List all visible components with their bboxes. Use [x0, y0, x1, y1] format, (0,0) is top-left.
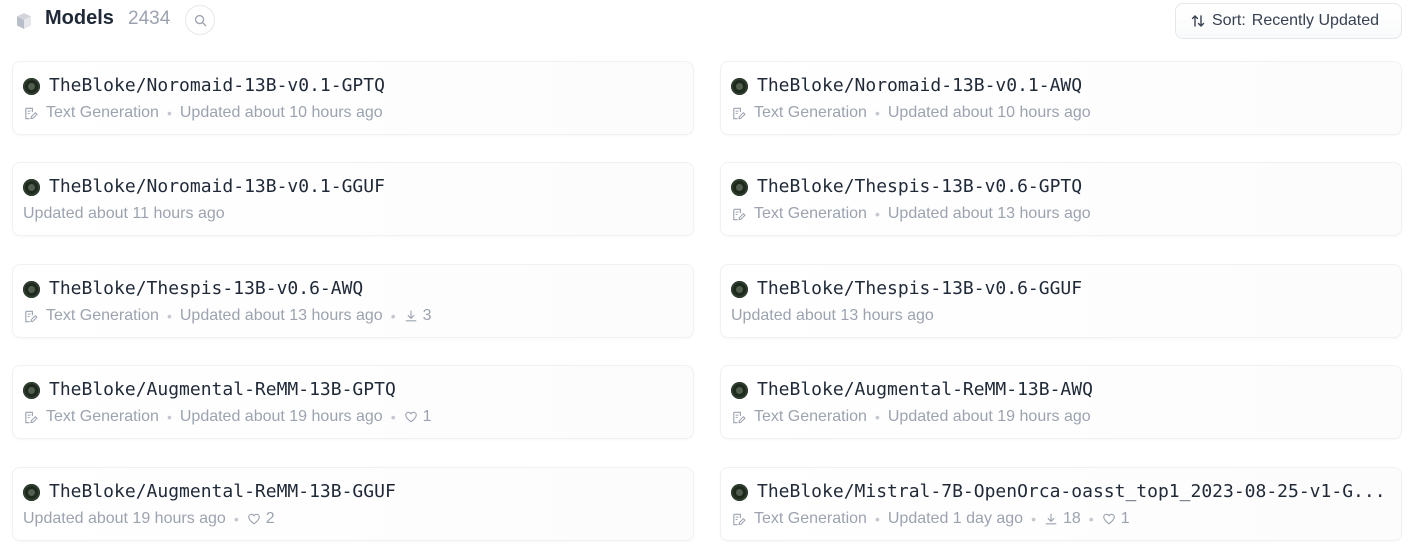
- sort-arrows-icon: [1191, 15, 1205, 27]
- separator-dot: •: [1088, 511, 1094, 527]
- task-label: Text Generation: [754, 408, 867, 425]
- model-name[interactable]: TheBloke/Mistral-7B-OpenOrca-oasst_top1_…: [757, 481, 1393, 502]
- avatar: [23, 484, 40, 501]
- model-name[interactable]: TheBloke/Noromaid-13B-v0.1-GPTQ: [49, 75, 685, 96]
- separator-dot: •: [390, 409, 396, 425]
- task-label: Text Generation: [46, 104, 159, 121]
- updated-label: Updated about 19 hours ago: [179, 408, 383, 425]
- avatar: [731, 382, 748, 399]
- avatar: [731, 484, 748, 501]
- avatar: [731, 179, 748, 196]
- model-name[interactable]: TheBloke/Noromaid-13B-v0.1-AWQ: [757, 75, 1393, 96]
- model-name[interactable]: TheBloke/Thespis-13B-v0.6-GPTQ: [757, 176, 1393, 197]
- model-meta: Text Generation • Updated about 13 hours a…: [731, 205, 1091, 223]
- updated-label: Updated about 13 hours ago: [887, 205, 1091, 222]
- updated-label: Updated about 13 hours ago: [179, 307, 383, 324]
- sort-value: Recently Updated: [1251, 12, 1379, 29]
- separator-dot: •: [390, 308, 396, 324]
- avatar: [23, 78, 40, 95]
- updated-label: Updated about 10 hours ago: [887, 104, 1091, 121]
- updated-label: Updated about 10 hours ago: [179, 104, 383, 121]
- updated-label: Updated about 19 hours ago: [887, 408, 1091, 425]
- model-meta: Updated about 13 hours ago: [731, 307, 934, 325]
- model-count: 2434: [128, 8, 171, 29]
- download-count: 3: [422, 307, 432, 324]
- text-generation-icon: [25, 107, 38, 119]
- avatar: [731, 281, 748, 298]
- model-name[interactable]: TheBloke/Thespis-13B-v0.6-GGUF: [757, 278, 1393, 299]
- model-card[interactable]: TheBloke/Thespis-13B-v0.6-AWQ Text Genera…: [12, 264, 694, 338]
- text-generation-icon: [733, 513, 746, 525]
- search-icon: [194, 14, 206, 26]
- avatar: [23, 281, 40, 298]
- separator-dot: •: [166, 409, 172, 425]
- text-generation-icon: [733, 208, 746, 220]
- text-generation-icon: [25, 310, 38, 322]
- model-name[interactable]: TheBloke/Noromaid-13B-v0.1-GGUF: [49, 176, 685, 197]
- task-label: Text Generation: [46, 408, 159, 425]
- heart-icon: [404, 411, 417, 423]
- separator-dot: •: [874, 409, 880, 425]
- model-meta: Text Generation • Updated about 19 hours a…: [731, 408, 1091, 426]
- avatar: [23, 179, 40, 196]
- text-generation-icon: [733, 411, 746, 423]
- model-meta: Text Generation • Updated about 10 hours a…: [731, 104, 1091, 122]
- download-icon: [1045, 513, 1057, 525]
- updated-label: Updated 1 day ago: [887, 510, 1024, 527]
- heart-icon: [247, 513, 260, 525]
- separator-dot: •: [1031, 511, 1036, 527]
- model-meta: Text Generation • Updated about 10 hours a…: [23, 104, 383, 122]
- separator-dot: •: [874, 511, 880, 527]
- separator-dot: •: [874, 206, 880, 222]
- separator-dot: •: [233, 511, 239, 527]
- model-card[interactable]: TheBloke/Mistral-7B-OpenOrca-oasst_top1_…: [720, 467, 1402, 541]
- separator-dot: •: [166, 308, 172, 324]
- updated-label: Updated about 13 hours ago: [731, 307, 934, 324]
- model-card[interactable]: TheBloke/Augmental-ReMM-13B-GPTQ Text Gen…: [12, 365, 694, 439]
- separator-dot: •: [874, 105, 880, 121]
- avatar: [731, 78, 748, 95]
- updated-label: Updated about 19 hours ago: [23, 510, 226, 527]
- model-card[interactable]: TheBloke/Noromaid-13B-v0.1-GPTQ Text Gene…: [12, 61, 694, 135]
- model-card[interactable]: TheBloke/Thespis-13B-v0.6-GGUF Updated ab…: [720, 264, 1402, 338]
- model-card[interactable]: TheBloke/Noromaid-13B-v0.1-AWQ Text Gener…: [720, 61, 1402, 135]
- model-meta: Updated about 19 hours ago • 2: [23, 510, 275, 528]
- models-header: Models 2434 Sort: Recently Updated: [0, 0, 1416, 44]
- text-generation-icon: [25, 411, 38, 423]
- like-count: 2: [265, 510, 275, 527]
- page-title: Models: [45, 7, 114, 29]
- model-meta: Updated about 11 hours ago: [23, 205, 225, 223]
- model-card[interactable]: TheBloke/Augmental-ReMM-13B-GGUF Updated …: [12, 467, 694, 541]
- model-name[interactable]: TheBloke/Augmental-ReMM-13B-GPTQ: [49, 379, 685, 400]
- download-count: 18: [1062, 510, 1081, 527]
- task-label: Text Generation: [754, 104, 867, 121]
- model-card[interactable]: TheBloke/Augmental-ReMM-13B-AWQ Text Gene…: [720, 365, 1402, 439]
- text-generation-icon: [733, 107, 746, 119]
- avatar: [23, 382, 40, 399]
- model-meta: Text Generation • Updated about 13 hours a…: [23, 307, 432, 325]
- model-name[interactable]: TheBloke/Thespis-13B-v0.6-AWQ: [49, 278, 685, 299]
- model-name[interactable]: TheBloke/Augmental-ReMM-13B-AWQ: [757, 379, 1393, 400]
- like-count: 1: [1120, 510, 1130, 527]
- model-name[interactable]: TheBloke/Augmental-ReMM-13B-GGUF: [49, 481, 685, 502]
- task-label: Text Generation: [754, 205, 867, 222]
- like-count: 1: [422, 408, 432, 425]
- task-label: Text Generation: [754, 510, 867, 527]
- model-card[interactable]: TheBloke/Thespis-13B-v0.6-GPTQ Text Gener…: [720, 162, 1402, 236]
- search-button[interactable]: [185, 5, 215, 35]
- model-meta: Text Generation • Updated 1 day ago • 18 • 1: [731, 510, 1130, 528]
- cube-icon: [17, 13, 31, 29]
- model-card[interactable]: TheBloke/Noromaid-13B-v0.1-GGUF Updated a…: [12, 162, 694, 236]
- updated-label: Updated about 11 hours ago: [23, 205, 225, 222]
- download-icon: [405, 310, 416, 322]
- sort-button[interactable]: Sort: Recently Updated: [1175, 3, 1402, 39]
- model-meta: Text Generation • Updated about 19 hours a…: [23, 408, 432, 426]
- heart-icon: [1102, 513, 1115, 525]
- separator-dot: •: [166, 105, 172, 121]
- task-label: Text Generation: [46, 307, 159, 324]
- sort-label: Sort:: [1212, 12, 1246, 29]
